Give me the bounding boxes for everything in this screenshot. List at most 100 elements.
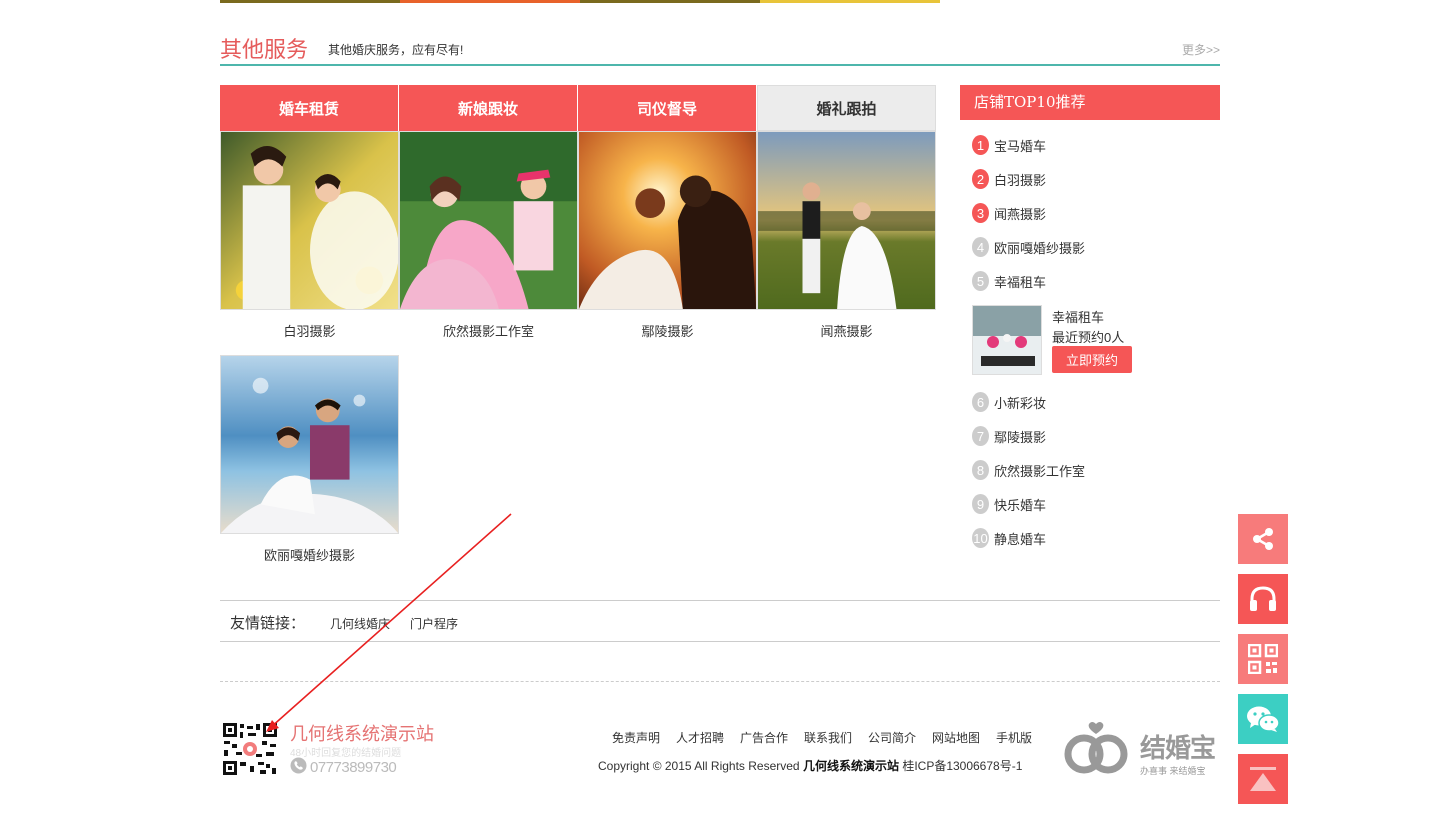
rank-number: 8 [972, 460, 989, 480]
qr-code-image [222, 722, 278, 776]
floating-toolbar [1238, 514, 1288, 814]
rank-name[interactable]: 欣然摄影工作室 [994, 461, 1085, 480]
more-link[interactable]: 更多>> [1182, 41, 1220, 58]
customer-service-button[interactable] [1238, 574, 1288, 624]
footer-divider [220, 681, 1220, 682]
rank-number: 5 [972, 271, 989, 291]
gallery-name[interactable]: 白羽摄影 [220, 321, 399, 340]
rank-item[interactable]: 9 快乐婚车 [972, 493, 1046, 515]
copyright-text: Copyright © 2015 All Rights Reserved [598, 759, 800, 773]
gallery-photo[interactable] [399, 131, 578, 310]
rank-name[interactable]: 鄢陵摄影 [994, 427, 1046, 446]
back-to-top-icon [1250, 767, 1276, 791]
rank-number: 2 [972, 169, 989, 189]
footer-site-name: 几何线系统演示站 [290, 724, 434, 745]
rank-number: 1 [972, 135, 989, 155]
rank-name[interactable]: 静息婚车 [994, 529, 1046, 548]
gallery-card[interactable]: 欣然摄影工作室 [399, 131, 578, 340]
service-tabs: 婚车租赁 新娘跟妆 司仪督导 婚礼跟拍 [220, 85, 938, 131]
wechat-button[interactable] [1238, 694, 1288, 744]
tab-host[interactable]: 司仪督导 [578, 85, 757, 131]
section-title: 其他服务 [220, 38, 309, 63]
rank-number: 6 [972, 392, 989, 412]
brand-tagline: 办喜事 来结婚宝 [1140, 766, 1206, 776]
rank-number: 3 [972, 203, 989, 223]
friend-links-label: 友情链接： [230, 615, 306, 632]
footer-nav-contact[interactable]: 联系我们 [804, 729, 852, 746]
phone-number: 07773899730 [310, 759, 397, 776]
headphones-icon [1250, 586, 1276, 611]
rank-item[interactable]: 7 鄢陵摄影 [972, 425, 1046, 447]
share-icon [1253, 528, 1273, 550]
rank-number: 4 [972, 237, 989, 257]
rank-name[interactable]: 小新彩妆 [994, 393, 1046, 412]
featured-photo[interactable] [972, 305, 1042, 375]
footer-nav-advertising[interactable]: 广告合作 [740, 729, 788, 746]
section-header: 其他服务 其他婚庆服务，应有尽有! 更多>> [220, 30, 1220, 66]
rank-name[interactable]: 宝马婚车 [994, 136, 1046, 155]
gallery-photo[interactable] [220, 131, 399, 310]
top10-sidebar: 店铺TOP10推荐 1 宝马婚车 2 白羽摄影 3 闻燕摄影 4 欧丽嘎婚纱摄影 5 幸福… [960, 85, 1220, 548]
footer-phone: 07773899730 [290, 757, 397, 778]
friend-links: 友情链接： 几何线婚庆 门户程序 [220, 600, 1220, 642]
gallery-name[interactable]: 欣然摄影工作室 [399, 321, 578, 340]
rank-number: 9 [972, 494, 989, 514]
color-segment-4 [760, 0, 940, 3]
brand-logo: 结婚宝 办喜事 来结婚宝 [1062, 720, 1222, 780]
gallery-photo[interactable] [220, 355, 399, 534]
rank-name[interactable]: 欧丽嘎婚纱摄影 [994, 238, 1085, 257]
tab-car-rental[interactable]: 婚车租赁 [220, 85, 399, 131]
friend-link[interactable]: 门户程序 [410, 615, 458, 632]
gallery-photo[interactable] [757, 131, 936, 310]
featured-booking-count: 最近预约0人 [1052, 330, 1125, 345]
rank-name[interactable]: 快乐婚车 [994, 495, 1046, 514]
rank-name[interactable]: 幸福租车 [994, 272, 1046, 291]
gallery-card[interactable]: 鄢陵摄影 [578, 131, 757, 340]
copyright-site: 几何线系统演示站 [802, 759, 899, 773]
featured-shop: 幸福租车 最近预约0人 立即预约 [972, 305, 1212, 375]
footer-nav-about[interactable]: 公司简介 [868, 729, 916, 746]
tab-bridal-makeup[interactable]: 新娘跟妆 [399, 85, 578, 131]
gallery-name[interactable]: 欧丽嘎婚纱摄影 [220, 545, 399, 564]
rank-item[interactable]: 3 闻燕摄影 [972, 202, 1046, 224]
gallery-photo[interactable] [578, 131, 757, 310]
friend-link[interactable]: 几何线婚庆 [330, 615, 390, 632]
sidebar-title: 店铺TOP10推荐 [960, 85, 1220, 120]
top-color-bar [220, 0, 940, 3]
rank-name[interactable]: 白羽摄影 [994, 170, 1046, 189]
rank-item[interactable]: 10 静息婚车 [972, 527, 1046, 549]
phone-icon [290, 757, 307, 778]
brand-name: 结婚宝 [1140, 734, 1216, 764]
color-segment-1 [220, 0, 400, 3]
rank-name[interactable]: 闻燕摄影 [994, 204, 1046, 223]
gallery-card[interactable]: 欧丽嘎婚纱摄影 [220, 355, 399, 564]
rank-item[interactable]: 4 欧丽嘎婚纱摄影 [972, 236, 1085, 258]
footer-nav-mobile[interactable]: 手机版 [996, 729, 1032, 746]
featured-name[interactable]: 幸福租车 [1052, 307, 1104, 326]
section-subtitle: 其他婚庆服务，应有尽有! [328, 43, 464, 57]
gallery-name[interactable]: 鄢陵摄影 [578, 321, 757, 340]
color-segment-2 [400, 0, 580, 3]
wechat-icon [1247, 706, 1280, 732]
rings-icon [1064, 722, 1128, 774]
color-segment-3 [580, 0, 760, 3]
gallery-name[interactable]: 闻燕摄影 [757, 321, 936, 340]
rank-item[interactable]: 8 欣然摄影工作室 [972, 459, 1085, 481]
gallery-card[interactable]: 白羽摄影 [220, 131, 399, 340]
gallery-card[interactable]: 闻燕摄影 [757, 131, 936, 340]
footer-nav-careers[interactable]: 人才招聘 [676, 729, 724, 746]
tab-wedding-video[interactable]: 婚礼跟拍 [757, 85, 936, 131]
back-to-top-button[interactable] [1238, 754, 1288, 804]
rank-item[interactable]: 1 宝马婚车 [972, 134, 1046, 156]
rank-item[interactable]: 2 白羽摄影 [972, 168, 1046, 190]
book-now-button[interactable]: 立即预约 [1052, 346, 1132, 373]
rank-number: 7 [972, 426, 989, 446]
qr-code-button[interactable] [1238, 634, 1288, 684]
footer-nav-disclaimer[interactable]: 免责声明 [612, 729, 660, 746]
footer-nav-sitemap[interactable]: 网站地图 [932, 729, 980, 746]
share-button[interactable] [1238, 514, 1288, 564]
qr-code-icon [1248, 644, 1278, 674]
rank-number: 10 [972, 528, 989, 548]
rank-item[interactable]: 6 小新彩妆 [972, 391, 1046, 413]
rank-item[interactable]: 5 幸福租车 [972, 270, 1046, 292]
